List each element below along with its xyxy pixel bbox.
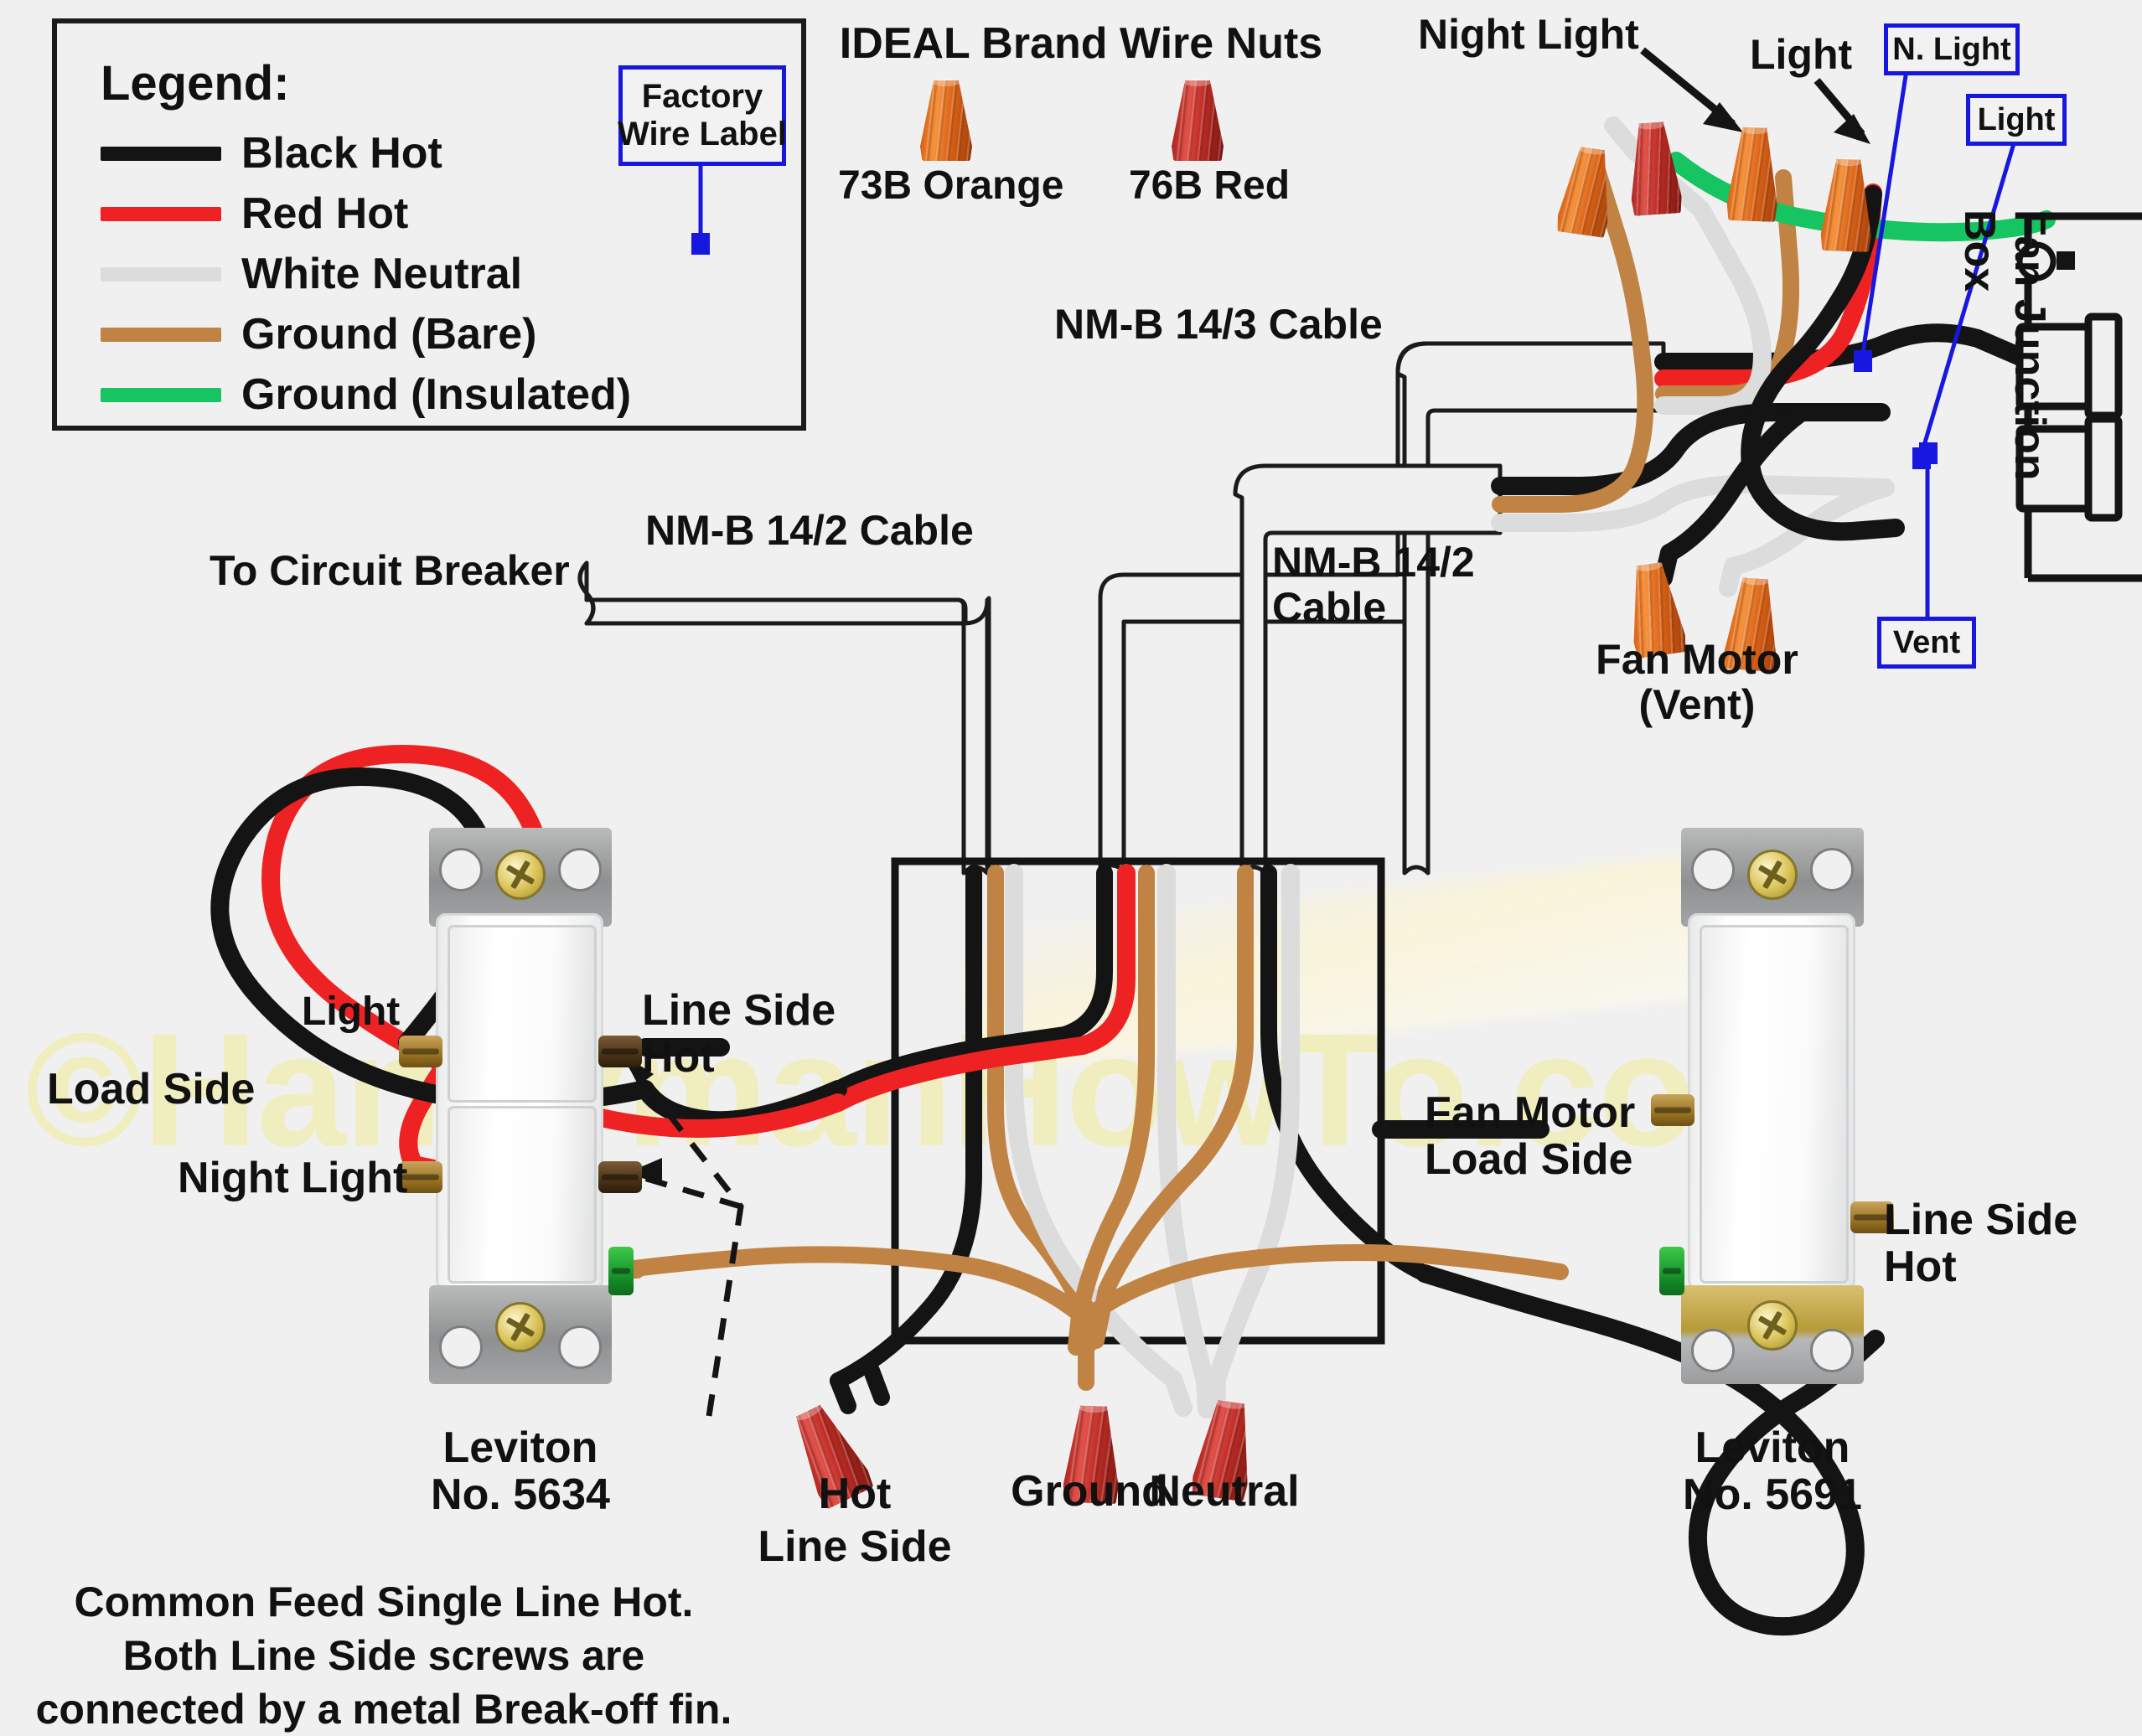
wire-nut-night-light xyxy=(1726,125,1780,222)
vent-tag-dot xyxy=(1919,442,1938,464)
fan-motor-vent-label: Fan Motor (Vent) xyxy=(1596,636,1798,728)
common-feed-note: Common Feed Single Line Hot. Both Line S… xyxy=(35,1578,732,1733)
right-switch-leviton-5691[interactable] xyxy=(1651,828,1894,1384)
right-switch-frame xyxy=(1688,913,1855,1290)
right-switch-model-label: Leviton No. 5691 xyxy=(1683,1423,1862,1520)
wire-nut-ground-fan xyxy=(1626,119,1683,216)
wire-nut-neutral-label: Neutral xyxy=(1149,1467,1300,1516)
right-switch-screw-load-side[interactable] xyxy=(1651,1094,1694,1126)
n-light-tag-text: N. Light xyxy=(1892,31,2011,67)
left-switch-screw-line-hot-top[interactable] xyxy=(598,1036,642,1067)
left-switch-paddle-bottom[interactable] xyxy=(448,1106,597,1284)
nmb-14-2-right-cable-label: NM-B 14/2 Cable xyxy=(1272,539,1475,631)
n-light-tag: N. Light xyxy=(1884,23,2020,75)
right-switch-top-strap xyxy=(1681,828,1864,927)
nmb-14-3-cable-label: NM-B 14/3 Cable xyxy=(1054,301,1383,348)
n-light-tag-dot xyxy=(1854,350,1872,372)
left-switch-screw-ground[interactable] xyxy=(608,1247,634,1295)
wire-nut-light xyxy=(1820,157,1874,252)
right-switch-line-side-hot-label: Line Side Hot xyxy=(1884,1196,2078,1292)
left-switch-screw-light[interactable] xyxy=(399,1036,442,1067)
left-switch-screw-line-hot-bottom[interactable] xyxy=(598,1161,642,1193)
left-switch-frame xyxy=(436,913,603,1290)
left-switch-top-strap xyxy=(429,828,612,927)
left-switch-leviton-5634[interactable] xyxy=(399,828,642,1384)
left-switch-bottom-strap xyxy=(429,1285,612,1384)
left-switch-light-terminal-label: Light xyxy=(302,989,401,1034)
fan-junction-box-label: Fan Junction Box xyxy=(1955,209,2054,481)
right-switch-fan-motor-load-side-label: Fan Motor Load Side xyxy=(1425,1088,1636,1185)
right-switch-paddle[interactable] xyxy=(1700,925,1849,1284)
vent-tag-text: Vent xyxy=(1892,624,1961,660)
light-tag-text: Light xyxy=(1977,101,2056,137)
right-switch-bottom-strap xyxy=(1681,1285,1864,1384)
left-switch-paddle-top[interactable] xyxy=(448,925,597,1103)
vent-tag: Vent xyxy=(1877,617,1976,669)
to-circuit-breaker-label: To Circuit Breaker xyxy=(210,547,570,594)
left-switch-model-label: Leviton No. 5634 xyxy=(431,1423,610,1520)
left-switch-line-side-hot-label: Line Side Hot xyxy=(642,986,836,1082)
light-tag: Light xyxy=(1966,94,2067,146)
right-switch-screw-ground[interactable] xyxy=(1659,1247,1684,1295)
wire-nut-hot-line-side-label: Hot Line Side xyxy=(758,1470,952,1572)
left-switch-load-side-label: Load Side xyxy=(47,1065,256,1113)
left-switch-night-light-terminal-label: Night Light xyxy=(178,1154,408,1202)
nmb-14-2-left-cable-label: NM-B 14/2 Cable xyxy=(645,507,974,554)
